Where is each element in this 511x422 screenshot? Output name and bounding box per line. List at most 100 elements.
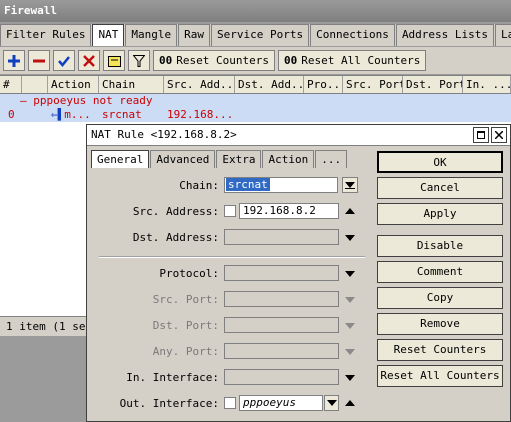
tab-more[interactable]: ... [315, 150, 348, 168]
col-dst-port[interactable]: Dst. Port [403, 76, 463, 93]
copy-button[interactable]: Copy [377, 287, 503, 309]
close-icon[interactable] [491, 127, 507, 143]
remove-button[interactable]: Remove [377, 313, 503, 335]
divider [99, 256, 365, 258]
tab-mangle[interactable]: Mangle [125, 24, 178, 46]
tab-action[interactable]: Action [262, 150, 315, 168]
col-action[interactable]: Action [48, 76, 99, 93]
in-interface-field[interactable] [224, 369, 339, 385]
col-src-address[interactable]: Src. Add... [164, 76, 235, 93]
cancel-button[interactable]: Cancel [377, 177, 503, 199]
chain-value: srcnat [226, 178, 270, 191]
status-bar: 1 item (1 sel [0, 316, 100, 336]
tab-extra[interactable]: Extra [216, 150, 262, 168]
reset-counters-button[interactable]: Reset Counters [377, 339, 503, 361]
dst-port-label: Dst. Port: [152, 319, 219, 332]
enable-button[interactable] [53, 50, 75, 71]
tab-layer7[interactable]: Layer7 Pr [495, 24, 511, 46]
disable-button[interactable] [78, 50, 100, 71]
chain-select[interactable]: srcnat [224, 177, 338, 193]
row-chain: srcnat [102, 108, 142, 121]
table-row[interactable]: 0 ⇐▌m... srcnat 192.168... [0, 108, 511, 122]
remove-button[interactable] [28, 50, 50, 71]
dialog-tab-bar: General Advanced Extra Action ... [91, 150, 348, 168]
dst-address-label: Dst. Address: [132, 231, 219, 244]
collapse-up-icon[interactable] [345, 208, 355, 214]
tab-bar: Filter Rules NAT Mangle Raw Service Port… [0, 24, 511, 46]
reset-all-counters-button[interactable]: 00 Reset All Counters [277, 50, 427, 71]
src-address-label: Src. Address: [132, 205, 219, 218]
col-chain[interactable]: Chain [99, 76, 164, 93]
note-icon [107, 55, 121, 67]
filter-button[interactable] [128, 50, 150, 71]
out-interface-row: Out. Interface: pppoeyus [91, 395, 369, 413]
col-dst-address[interactable]: Dst. Add... [235, 76, 304, 93]
masquerade-icon: ⇐▌ [51, 108, 65, 121]
expand-down-icon[interactable] [345, 235, 355, 241]
rule-comment[interactable]: — pppoeyus not ready [0, 94, 511, 108]
minus-icon [33, 59, 45, 62]
row-flags [22, 108, 48, 122]
src-address-field[interactable]: 192.168.8.2 [239, 203, 339, 219]
col-protocol[interactable]: Pro... [304, 76, 343, 93]
chain-dropdown-button[interactable] [342, 177, 358, 193]
comment-button[interactable] [103, 50, 125, 71]
table-header: # Action Chain Src. Add... Dst. Add... P… [0, 76, 511, 94]
expand-down-icon [345, 297, 355, 303]
any-port-row: Any. Port: [91, 343, 369, 361]
dialog-controls [471, 127, 507, 143]
check-icon [58, 55, 70, 67]
chain-row: Chain: srcnat [91, 177, 369, 195]
tab-address-lists[interactable]: Address Lists [395, 24, 495, 46]
out-interface-invert-checkbox[interactable] [224, 397, 236, 409]
row-src-address: 192.168... [167, 108, 234, 121]
protocol-field[interactable] [224, 265, 339, 281]
tab-nat[interactable]: NAT [92, 24, 125, 46]
apply-button[interactable]: Apply [377, 203, 503, 225]
col-flags[interactable] [22, 76, 48, 93]
in-interface-label: In. Interface: [126, 371, 219, 384]
dst-address-row: Dst. Address: [91, 229, 369, 247]
collapse-up-icon[interactable] [345, 400, 355, 406]
ok-button[interactable]: OK [377, 151, 503, 173]
src-port-field [224, 291, 339, 307]
in-interface-row: In. Interface: [91, 369, 369, 387]
dialog-title: NAT Rule <192.168.8.2> [91, 128, 237, 141]
tab-connections[interactable]: Connections [310, 24, 395, 46]
col-num[interactable]: # [0, 76, 22, 93]
expand-down-icon [345, 349, 355, 355]
protocol-label: Protocol: [159, 267, 219, 280]
tab-raw[interactable]: Raw [178, 24, 210, 46]
col-in-interface[interactable]: In. ... [463, 76, 511, 93]
reset-all-counters-label: Reset All Counters [301, 54, 421, 67]
chain-label: Chain: [179, 179, 219, 192]
expand-down-icon[interactable] [345, 271, 355, 277]
reset-all-counters-button[interactable]: Reset All Counters [377, 365, 503, 387]
add-button[interactable] [3, 50, 25, 71]
any-port-field [224, 343, 339, 359]
dst-port-field [224, 317, 339, 333]
maximize-icon[interactable] [473, 127, 489, 143]
disable-button[interactable]: Disable [377, 235, 503, 257]
comment-button[interactable]: Comment [377, 261, 503, 283]
tab-filter-rules[interactable]: Filter Rules [0, 24, 92, 46]
window-title: Firewall [0, 0, 511, 22]
row-action: ⇐▌m... [51, 108, 91, 121]
out-interface-label: Out. Interface: [119, 397, 219, 410]
dst-address-field[interactable] [224, 229, 339, 245]
tab-advanced[interactable]: Advanced [150, 150, 216, 168]
dialog-titlebar[interactable]: NAT Rule <192.168.8.2> [87, 125, 510, 146]
toolbar: 00 Reset Counters 00 Reset All Counters [0, 47, 511, 74]
tab-general[interactable]: General [91, 150, 150, 168]
out-interface-dropdown-button[interactable] [324, 395, 339, 411]
src-port-row: Src. Port: [91, 291, 369, 309]
background-fill [0, 337, 86, 422]
src-port-label: Src. Port: [152, 293, 219, 306]
src-address-invert-checkbox[interactable] [224, 205, 236, 217]
out-interface-select[interactable]: pppoeyus [239, 395, 323, 411]
expand-down-icon [345, 323, 355, 329]
reset-counters-button[interactable]: 00 Reset Counters [153, 50, 275, 71]
col-src-port[interactable]: Src. Port [343, 76, 403, 93]
tab-service-ports[interactable]: Service Ports [210, 24, 310, 46]
expand-down-icon[interactable] [345, 375, 355, 381]
